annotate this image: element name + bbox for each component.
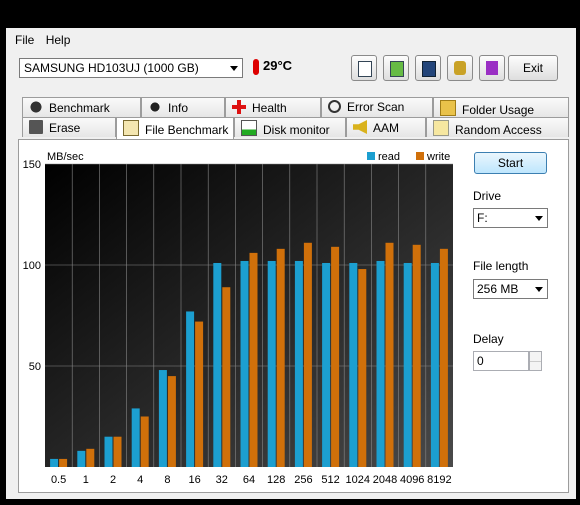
bar-write (195, 321, 204, 467)
x-tick-label: 64 (243, 474, 255, 486)
drive-combo-value: F: (477, 211, 488, 225)
delay-spinner[interactable] (529, 351, 542, 371)
spin-up-icon[interactable] (530, 352, 541, 362)
bar-write (222, 287, 231, 467)
bar-read (267, 260, 276, 467)
file-length-combo[interactable]: 256 MB (473, 279, 548, 299)
bar-read (322, 262, 331, 467)
bar-write (331, 246, 340, 467)
y-axis-label: MB/sec (47, 151, 84, 163)
x-tick-label: 2 (110, 474, 116, 486)
bar-read (294, 260, 303, 467)
benchmark-chart: 50 100 150 0.5 1 2 4 8 16 32 64 128 256 512 1024 2048 40… (23, 151, 453, 486)
bar-read (213, 262, 222, 467)
spin-down-icon[interactable] (530, 362, 541, 371)
y-tick-label: 150 (23, 159, 41, 171)
bar-write (276, 248, 285, 467)
x-tick-label: 8 (164, 474, 170, 486)
bar-write (59, 458, 68, 467)
x-tick-label: 1 (83, 474, 89, 486)
bar-read (50, 458, 59, 467)
bar-read (158, 370, 167, 467)
legend-write-swatch (416, 152, 424, 160)
bar-read (77, 450, 86, 467)
bar-read (403, 262, 412, 467)
bar-write (385, 242, 394, 467)
drive-combo[interactable]: F: (473, 208, 548, 228)
x-tick-label: 0.5 (51, 474, 66, 486)
x-tick-label: 4 (137, 474, 143, 486)
bar-write (412, 244, 421, 467)
chevron-down-icon (535, 216, 543, 221)
bar-read (131, 408, 140, 467)
legend-write-label: write (426, 151, 450, 163)
start-button[interactable]: Start (474, 152, 547, 174)
legend-read-swatch (367, 152, 375, 160)
y-tick-label: 50 (29, 361, 41, 373)
bar-write (167, 376, 176, 467)
bar-read (349, 262, 358, 467)
bar-read (104, 436, 113, 467)
x-tick-label: 4096 (400, 474, 424, 486)
bar-read (186, 311, 195, 467)
bar-write (439, 248, 448, 467)
bar-write (140, 416, 149, 467)
x-tick-label: 256 (294, 474, 312, 486)
x-tick-label: 16 (188, 474, 200, 486)
delay-value: 0 (477, 354, 484, 368)
x-tick-label: 8192 (427, 474, 451, 486)
bar-read (430, 262, 439, 467)
delay-label: Delay (473, 332, 504, 346)
y-tick-label: 100 (23, 260, 41, 272)
bar-write (303, 242, 312, 467)
drive-label: Drive (473, 189, 502, 203)
delay-input[interactable]: 0 (473, 351, 529, 371)
x-tick-label: 2048 (373, 474, 397, 486)
bar-write (249, 252, 258, 467)
bar-write (113, 436, 122, 467)
bar-read (376, 260, 385, 467)
x-tick-label: 128 (267, 474, 285, 486)
bar-read (240, 260, 249, 467)
file-length-label: File length (473, 259, 529, 273)
bar-write (86, 448, 95, 467)
x-tick-label: 1024 (346, 474, 370, 486)
file-length-value: 256 MB (477, 282, 519, 296)
x-tick-label: 512 (321, 474, 339, 486)
chevron-down-icon (535, 287, 543, 292)
legend-read-label: read (378, 151, 400, 163)
bar-write (358, 269, 367, 467)
x-tick-label: 32 (216, 474, 228, 486)
